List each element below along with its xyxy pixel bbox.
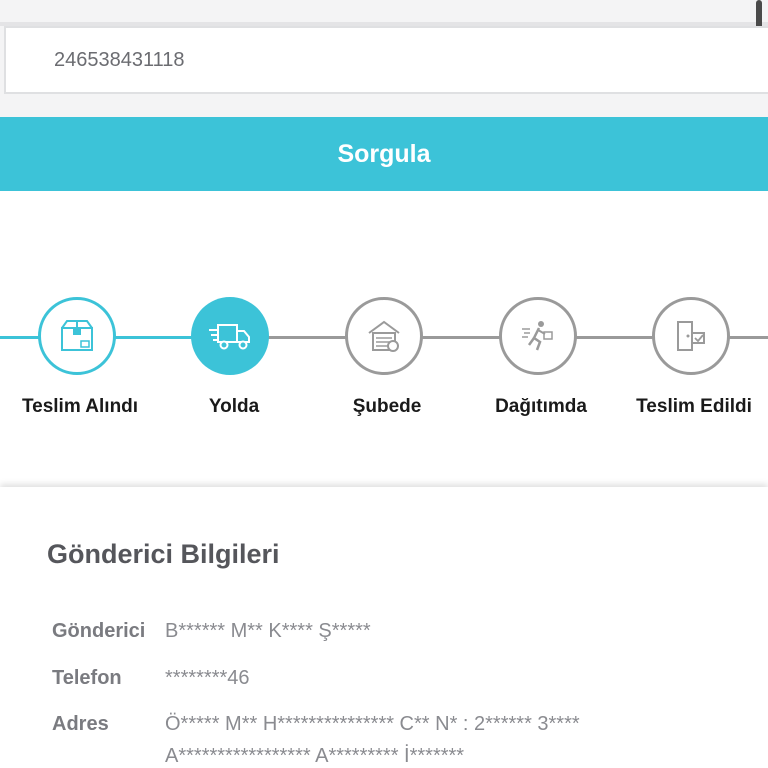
sender-info-title: Gönderici Bilgileri [47,539,280,569]
sender-address-row: Adres Ö***** M** H*************** C** N* … [52,713,580,736]
sender-phone-value: ********46 [165,667,250,689]
shipment-status-tracker: Teslim Alındı Yolda Şubede Dağıtımda Tes… [0,191,768,487]
top-strip [0,0,768,20]
sender-name-value: B****** M** K**** Ş***** [165,620,371,642]
delivered-door-icon [673,319,709,353]
step-label-at-branch: Şubede [352,396,422,417]
warehouse-icon [366,319,402,353]
sender-address-key: Adres [52,713,109,735]
step-label-in-transit: Yolda [208,396,260,417]
step-out-for-delivery [499,297,577,375]
step-at-branch [345,297,423,375]
courier-running-icon [520,319,556,353]
sender-info-card: Gönderici Bilgileri Gönderici B****** M**… [0,487,768,768]
package-box-icon [59,319,95,353]
sender-name-key: Gönderici [52,620,146,642]
step-label-delivered: Teslim Edildi [636,396,752,417]
step-label-received: Teslim Alındı [21,396,139,417]
sender-phone-row: Telefon ********46 [52,667,250,690]
delivery-truck-icon [208,320,252,352]
sender-name-row: Gönderici B****** M** K**** Ş***** [52,620,371,643]
sender-address-value: Ö***** M** H*************** C** N* : 2**… [165,713,580,735]
sender-phone-key: Telefon [52,667,122,689]
step-received [38,297,116,375]
step-label-out-for-delivery: Dağıtımda [495,396,587,417]
query-button[interactable]: Sorgula [0,117,768,191]
sender-address-line2: A***************** A********* İ******* [165,745,465,767]
step-delivered [652,297,730,375]
step-in-transit [191,297,269,375]
tracking-number-input[interactable]: 246538431118 [4,26,768,94]
